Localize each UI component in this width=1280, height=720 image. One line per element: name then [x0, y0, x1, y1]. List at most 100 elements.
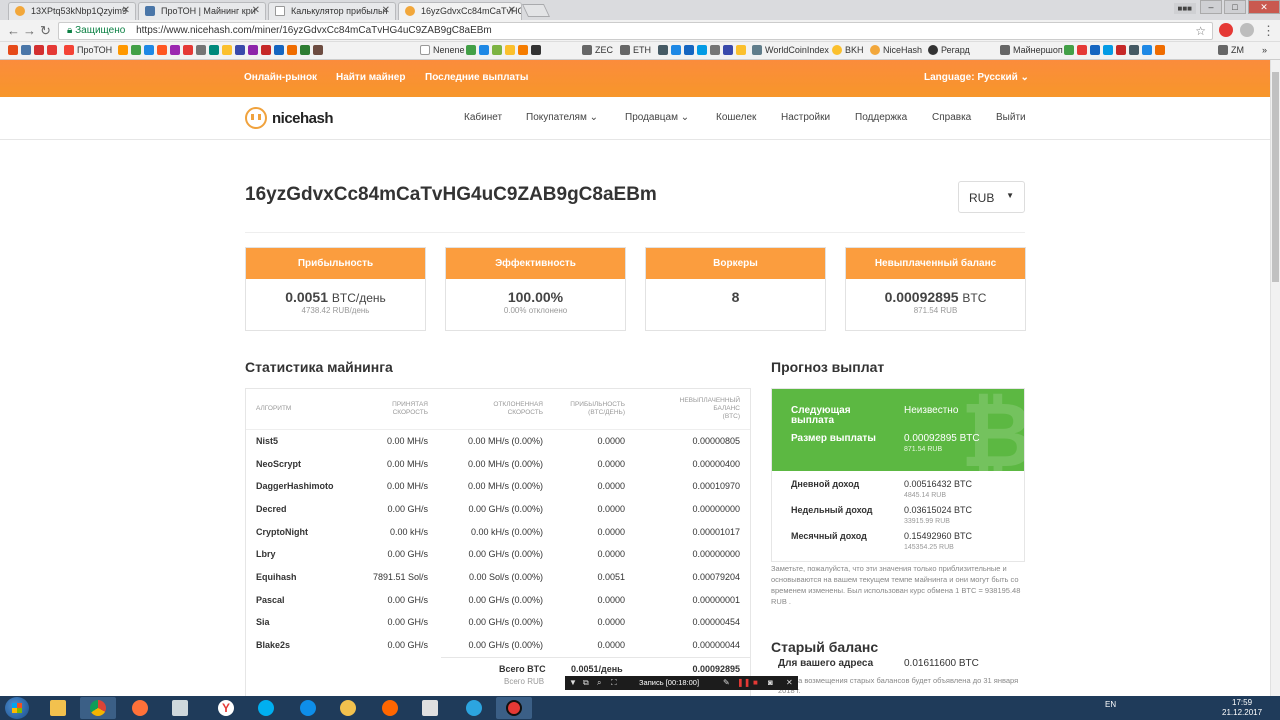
dropdown-icon[interactable]: ▼ [569, 678, 577, 687]
next-payout-box: ₿ Следующая выплата Неизвестно Размер вы… [772, 389, 1024, 471]
nav-buyers[interactable]: Покупателям ⌄ [526, 112, 598, 123]
nav-cabinet[interactable]: Кабинет [464, 112, 502, 123]
minimize-icon[interactable]: – [1200, 0, 1222, 14]
region-icon[interactable]: ⛶ [611, 678, 617, 688]
language-selector[interactable]: Language: Русский [924, 72, 1029, 83]
recorder-taskbar-icon[interactable] [496, 697, 532, 719]
nav-help[interactable]: Справка [932, 112, 971, 123]
new-tab-button[interactable] [521, 4, 551, 17]
notepad-taskbar-icon[interactable] [162, 697, 198, 719]
bookmark-icons[interactable] [8, 45, 60, 55]
old-balance-note: ... дата возмещения старых балансов буде… [778, 676, 1019, 695]
explorer-taskbar-icon[interactable] [40, 697, 76, 719]
table-row: NeoScrypt 0.00 MH/s 0.00 MH/s (0.00%) 0.000… [256, 459, 740, 469]
monero-taskbar-icon[interactable] [372, 697, 408, 719]
yandex-taskbar-icon[interactable]: Y [208, 697, 244, 719]
camera-icon[interactable]: ◙ [768, 678, 773, 687]
bookmark-icons[interactable] [1064, 45, 1168, 55]
old-balance-label: Для вашего адреса [778, 658, 874, 669]
bitcoin-favicon-icon [15, 6, 25, 16]
system-clock[interactable]: 17:59 21.12.2017 [1222, 698, 1262, 718]
browser-tab[interactable]: Калькулятор прибыльн ✕ [268, 2, 396, 20]
old-balance-title: Старый баланс [771, 639, 879, 655]
chrome-taskbar-icon[interactable] [80, 697, 116, 719]
pen-icon[interactable]: ✎ [723, 678, 730, 687]
bookmark-item[interactable]: Майнершоп [1000, 45, 1063, 55]
forward-arrow-icon[interactable]: → [23, 23, 36, 38]
bookmarks-overflow-icon[interactable]: » [1262, 45, 1267, 55]
bookmark-icons[interactable] [118, 45, 326, 55]
totals-row: Всего BTC 0.0051/день 0.00092895 Всего R… [441, 657, 750, 686]
adblock-icon[interactable] [1219, 23, 1233, 37]
teamviewer-taskbar-icon[interactable] [290, 697, 326, 719]
link-recent-payouts[interactable]: Последние выплаты [425, 72, 528, 83]
bookmark-item[interactable]: Nenene [420, 45, 465, 55]
browser-tab[interactable]: 13XPtq53kNbp1Qzyim9 ✕ [8, 2, 136, 20]
link-find-miner[interactable]: Найти майнер [336, 72, 405, 83]
bookmark-icons[interactable] [466, 45, 544, 55]
card-unpaid-balance: Невыплаченный баланс 0.00092895 BTC 871.… [845, 247, 1026, 331]
address-bar[interactable]: 🔒︎ Защищено https://www.nicehash.com/min… [58, 22, 1213, 40]
menu-icon[interactable]: ⋮ [1262, 23, 1275, 39]
link-online-market[interactable]: Онлайн-рынок [244, 72, 317, 83]
bookmark-item[interactable]: BKH [832, 45, 864, 55]
table-row: Pascal 0.00 GH/s 0.00 GH/s (0.00%) 0.0000 0.… [256, 595, 740, 605]
stats-title: Статистика майнинга [245, 359, 393, 375]
old-balance-value: 0.01611600 BTC [904, 658, 979, 669]
nav-logout[interactable]: Выйти [996, 112, 1026, 123]
stop-icon[interactable]: ■ [753, 678, 758, 687]
page-scrollbar[interactable] [1270, 60, 1280, 696]
start-button[interactable] [5, 697, 29, 719]
window-icon[interactable]: ⧉ [583, 678, 589, 688]
profile-chip[interactable]: ■■■ [1173, 3, 1196, 14]
close-tab-icon[interactable]: ✕ [122, 5, 130, 16]
zoom-icon[interactable]: ⌕ [597, 678, 601, 688]
bookmark-icons[interactable] [658, 45, 749, 55]
bookmark-item[interactable]: ZM [1218, 45, 1244, 55]
nicehash-taskbar-icon[interactable] [330, 697, 366, 719]
windows-taskbar: Y EN 17:59 21.12.2017 [0, 696, 1280, 720]
close-window-icon[interactable]: ✕ [1248, 0, 1280, 14]
close-icon[interactable]: ✕ [786, 678, 793, 687]
back-arrow-icon[interactable]: ← [7, 23, 20, 38]
nav-support[interactable]: Поддержка [855, 112, 907, 123]
maximize-icon[interactable]: □ [1224, 0, 1246, 14]
scrollbar-thumb[interactable] [1272, 72, 1279, 282]
bookmark-item[interactable]: ETH [620, 45, 651, 55]
extension-icon[interactable] [1240, 23, 1254, 37]
bookmark-item[interactable]: ПроТОН [64, 45, 112, 55]
divider [245, 232, 1025, 233]
bookmark-item[interactable]: ZEC [582, 45, 613, 55]
close-tab-icon[interactable]: ✕ [508, 5, 516, 16]
pause-icon[interactable]: ❚❚ [737, 678, 750, 687]
screen-recorder-bar: ▼ ⧉ ⌕ ⛶ Запись [00:18:00] ✎ ❚❚ ■ ◙ ✕ [565, 676, 798, 690]
vk-favicon-icon [145, 6, 155, 16]
table-row: Blake2s 0.00 GH/s 0.00 GH/s (0.00%) 0.0000 0… [256, 640, 740, 650]
skype-taskbar-icon[interactable] [248, 697, 284, 719]
firefox-taskbar-icon[interactable] [122, 697, 158, 719]
close-tab-icon[interactable]: ✕ [252, 5, 260, 16]
nav-wallet[interactable]: Кошелек [716, 112, 756, 123]
table-row: DaggerHashimoto 0.00 MH/s 0.00 MH/s (0.00%… [256, 481, 740, 491]
browser-tab-active[interactable]: 16yzGdvxCc84mCaTvHG ✕ [398, 2, 522, 20]
browser-toolbar: ← → ↻ 🔒︎ Защищено https://www.nicehash.c… [0, 20, 1280, 42]
browser-tab[interactable]: ПроТОН | Майнинг кри ✕ [138, 2, 266, 20]
nicehash-logo[interactable]: nicehash [245, 107, 334, 129]
input-language[interactable]: EN [1105, 700, 1116, 709]
bookmark-item[interactable]: Регард [928, 45, 970, 55]
bookmark-item[interactable]: WorldCoinIndex [752, 45, 829, 55]
telegram-taskbar-icon[interactable] [456, 697, 492, 719]
bookmark-star-icon[interactable]: ☆ [1195, 23, 1206, 39]
app-taskbar-icon[interactable] [412, 697, 448, 719]
reload-icon[interactable]: ↻ [40, 23, 51, 39]
browser-tab-strip: 13XPtq53kNbp1Qzyim9 ✕ ПроТОН | Майнинг к… [0, 0, 1280, 20]
col-unpaid-balance: НЕВЫПЛАЧЕННЫЙ БАЛАНС (BTC) [679, 397, 740, 420]
nav-sellers[interactable]: Продавцам ⌄ [625, 112, 689, 123]
close-tab-icon[interactable]: ✕ [382, 5, 390, 16]
table-row: Sia 0.00 GH/s 0.00 GH/s (0.00%) 0.0000 0.000… [256, 617, 740, 627]
bitcoin-watermark-icon: ₿ [960, 389, 1024, 471]
bookmark-item[interactable]: NiceHash [870, 45, 922, 55]
currency-select[interactable]: RUB ▼ [958, 181, 1025, 213]
payout-forecast-panel: ₿ Следующая выплата Неизвестно Размер вы… [771, 388, 1025, 562]
nav-settings[interactable]: Настройки [781, 112, 830, 123]
